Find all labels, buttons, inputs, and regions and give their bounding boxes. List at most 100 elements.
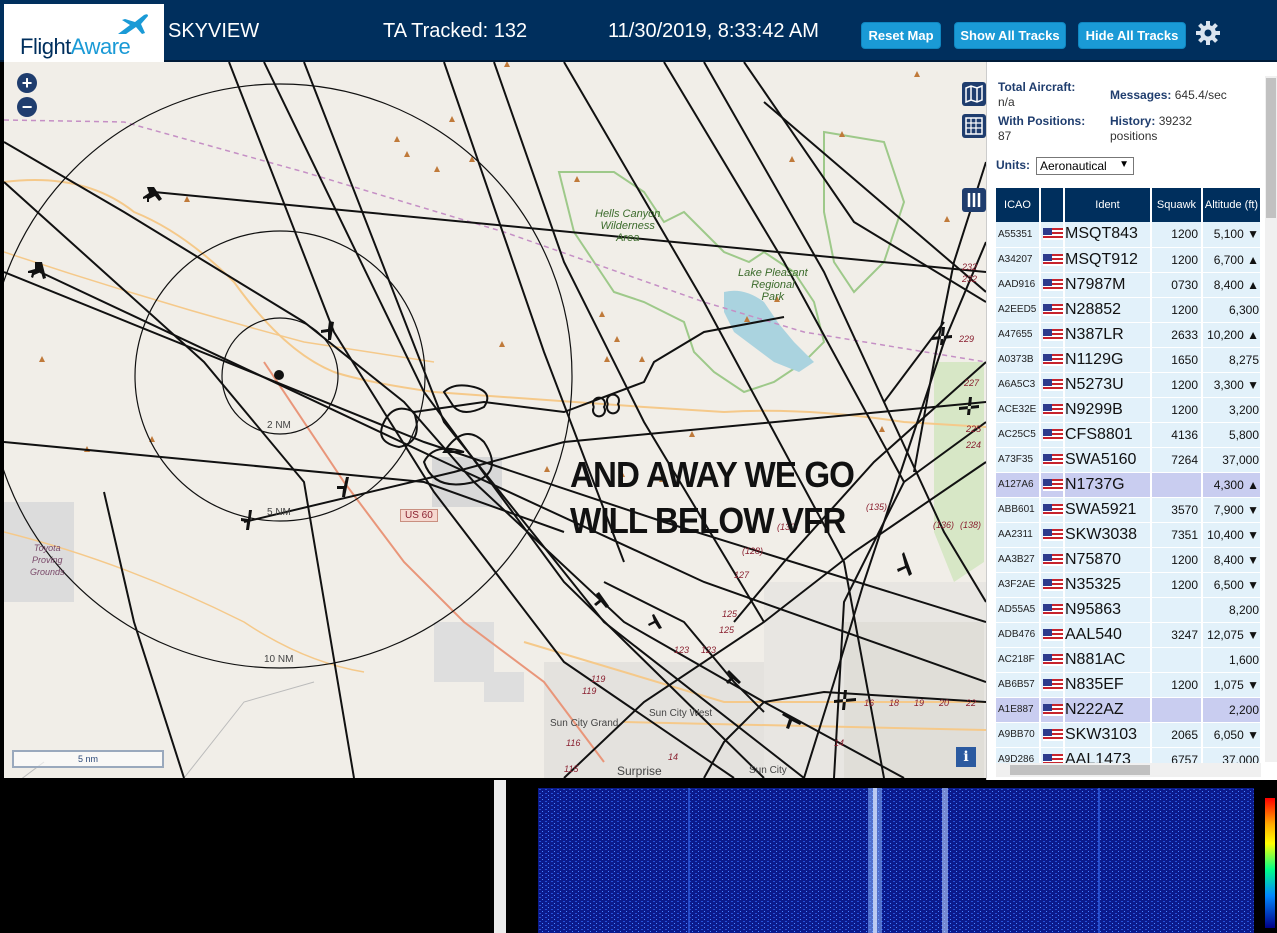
table-row[interactable]: A3F2AE N35325 1200 6,500 ▼	[996, 572, 1261, 598]
table-row[interactable]: A6A5C3 N5273U 1200 3,300 ▼	[996, 372, 1261, 398]
altitude-value: 6,700	[1213, 252, 1244, 267]
flag-cell	[1040, 497, 1065, 523]
route-label: 125	[719, 625, 735, 635]
altitude-cell: 4,300 ▲	[1202, 472, 1261, 498]
zoom-out-button[interactable]: −	[17, 97, 37, 117]
table-row[interactable]: A9BB70 SKW3103 2065 6,050 ▼	[996, 722, 1261, 748]
hide-all-tracks-button[interactable]: Hide All Tracks	[1078, 22, 1186, 49]
ident-cell: N28852	[1064, 297, 1152, 323]
altitude-cell: 6,700 ▲	[1202, 247, 1261, 273]
skyview-app: FlightAware SKYVIEW TA Tracked: 132 11/3…	[0, 0, 1277, 933]
table-row[interactable]: AB6B57 N835EF 1200 1,075 ▼	[996, 672, 1261, 698]
table-row[interactable]: A73F35 SWA5160 7264 37,000	[996, 447, 1261, 473]
squawk-cell: 7351	[1151, 522, 1203, 548]
altitude-value: 5,100	[1213, 227, 1244, 242]
altitude-value: 10,200	[1207, 327, 1244, 342]
table-row[interactable]: AC25C5 CFS8801 4136 5,800	[996, 422, 1261, 448]
squawk-cell: 4136	[1151, 422, 1203, 448]
flightaware-logo[interactable]: FlightAware	[4, 4, 164, 62]
squawk-cell	[1151, 597, 1203, 623]
altitude-value: 10,400	[1207, 527, 1244, 542]
range-ring-label-2nm: 2 NM	[267, 420, 291, 431]
ident-cell: N222AZ	[1064, 697, 1152, 723]
icao-cell: A9D286	[996, 747, 1041, 763]
route-label: 224	[966, 440, 982, 450]
icao-cell: ACE32E	[996, 397, 1041, 423]
table-row[interactable]: AD55A5 N95863 8,200	[996, 597, 1261, 623]
show-all-tracks-button[interactable]: Show All Tracks	[954, 22, 1066, 49]
us-flag-icon	[1043, 378, 1062, 391]
column-header-flag[interactable]	[1040, 188, 1065, 222]
us-flag-icon	[1043, 278, 1062, 291]
table-row[interactable]: AA2311 SKW3038 7351 10,400 ▼	[996, 522, 1261, 548]
ident-cell: N1737G	[1064, 472, 1152, 498]
map-view[interactable]: 2 NM 5 NM 10 NM Hells Canyon Wilderness …	[4, 62, 986, 778]
route-label: 227	[964, 378, 980, 388]
altitude-cell: 8,200	[1202, 597, 1261, 623]
table-row[interactable]: A0373B N1129G 1650 8,275	[996, 347, 1261, 373]
route-label: 123	[701, 645, 717, 655]
grid-toggle-button[interactable]	[962, 114, 986, 138]
ident-cell: MSQT843	[1064, 222, 1152, 248]
scrollbar-thumb[interactable]	[1266, 78, 1276, 218]
us-flag-icon	[1043, 728, 1062, 741]
header-bar: FlightAware SKYVIEW TA Tracked: 132 11/3…	[0, 0, 1277, 62]
gear-icon[interactable]	[1195, 20, 1221, 46]
columns-toggle-button[interactable]	[962, 188, 986, 212]
hells-canyon-label: Hells Canyon Wilderness Area	[595, 208, 661, 244]
us60-shield: US 60	[400, 509, 438, 522]
altitude-value: 7,900	[1213, 502, 1244, 517]
table-row[interactable]: AA3B27 N75870 1200 8,400 ▼	[996, 547, 1261, 573]
squawk-cell: 7264	[1151, 447, 1203, 473]
column-header-squawk[interactable]: Squawk	[1151, 188, 1203, 222]
column-header-altitude[interactable]: Altitude (ft)	[1202, 188, 1261, 222]
table-row[interactable]: AC218F N881AC 1,600	[996, 647, 1261, 673]
vertical-scrollbar[interactable]	[1265, 76, 1277, 762]
table-row[interactable]: ADB476 AAL540 3247 12,075 ▼	[996, 622, 1261, 648]
panel-divider[interactable]	[494, 780, 506, 933]
toyota-proving-grounds-label: Toyota Proving Grounds	[30, 543, 65, 577]
column-header-ident[interactable]: Ident	[1064, 188, 1152, 222]
scrollbar-thumb[interactable]	[1010, 765, 1150, 775]
map-layers-button[interactable]	[962, 82, 986, 106]
table-row[interactable]: A55351 MSQT843 1200 5,100 ▼	[996, 222, 1261, 248]
ident-cell: N95863	[1064, 597, 1152, 623]
table-row[interactable]: A47655 N387LR 2633 10,200 ▲	[996, 322, 1261, 348]
aircraft-table: ICAO Ident Squawk Altitude (ft) A55351 MS…	[996, 188, 1261, 763]
tracked-value: 132	[493, 20, 528, 42]
icao-cell: AAD916	[996, 272, 1041, 298]
icao-cell: ADB476	[996, 622, 1041, 648]
map-icon	[965, 84, 983, 104]
scale-bar: 5 nm	[12, 750, 164, 768]
table-row[interactable]: A9D286 AAL1473 6757 37,000	[996, 747, 1261, 763]
table-row[interactable]: ACE32E N9299B 1200 3,200	[996, 397, 1261, 423]
reset-map-button[interactable]: Reset Map	[861, 22, 941, 49]
route-label: 19	[914, 698, 925, 708]
altitude-trend-icon: ▼	[1247, 577, 1259, 592]
column-header-icao[interactable]: ICAO	[996, 188, 1041, 222]
history-stat: History: 39232 positions	[1110, 114, 1193, 143]
datetime-display: 11/30/2019, 8:33:42 AM	[608, 20, 819, 42]
tracked-label: TA Tracked:	[383, 20, 489, 42]
ident-cell: SWA5921	[1064, 497, 1152, 523]
ident-cell: CFS8801	[1064, 422, 1152, 448]
horizontal-scrollbar[interactable]	[996, 763, 1261, 777]
units-select[interactable]: Aeronautical ▼	[1036, 157, 1134, 175]
table-row[interactable]: A34207 MSQT912 1200 6,700 ▲	[996, 247, 1261, 273]
flag-cell	[1040, 672, 1065, 698]
map-base-layer	[4, 62, 986, 778]
flag-cell	[1040, 422, 1065, 448]
altitude-trend-icon: ▼	[1247, 227, 1259, 242]
ident-cell: SKW3038	[1064, 522, 1152, 548]
zoom-in-button[interactable]: +	[17, 73, 37, 93]
table-row[interactable]: A127A6 N1737G 4,300 ▲	[996, 472, 1261, 498]
us-flag-icon	[1043, 528, 1062, 541]
altitude-cell: 1,600	[1202, 647, 1261, 673]
table-row[interactable]: A2EED5 N28852 1200 6,300	[996, 297, 1261, 323]
table-row[interactable]: AAD916 N7987M 0730 8,400 ▲	[996, 272, 1261, 298]
icao-cell: A55351	[996, 222, 1041, 248]
table-row[interactable]: A1E887 N222AZ 2,200	[996, 697, 1261, 723]
icao-cell: ABB601	[996, 497, 1041, 523]
table-row[interactable]: ABB601 SWA5921 3570 7,900 ▼	[996, 497, 1261, 523]
info-icon[interactable]: i	[956, 747, 976, 767]
